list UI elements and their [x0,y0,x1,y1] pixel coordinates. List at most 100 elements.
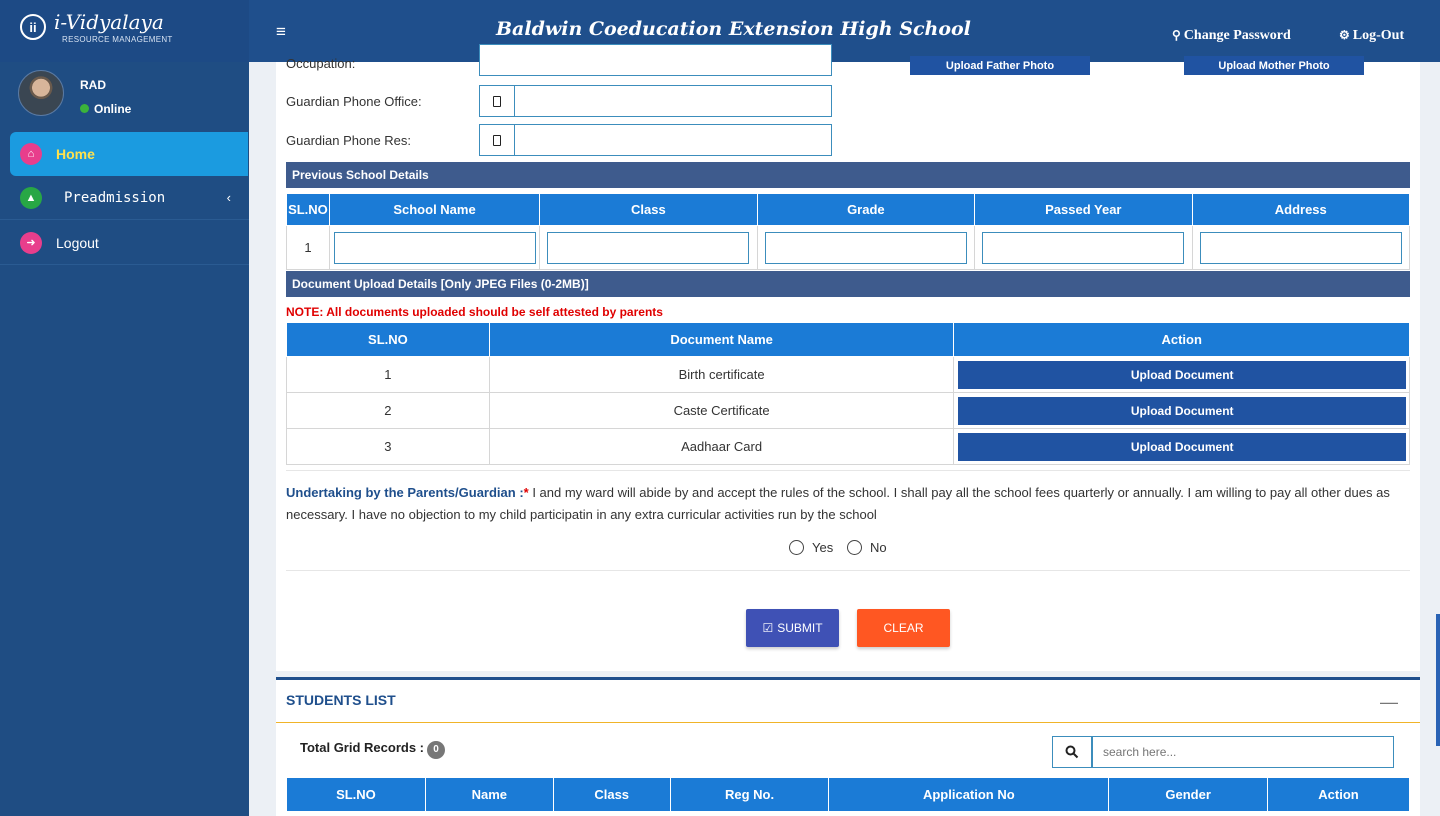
action-cell: Upload Document [953,428,1410,465]
class-cell [539,225,758,270]
guardian-phone-res-label: Guardian Phone Res: [286,133,412,148]
total-records-label: Total Grid Records :0 [300,740,445,759]
document-number: 1 [286,356,490,393]
collapse-icon[interactable]: — [1380,692,1398,713]
sidebar-item-label: Preadmission [64,189,166,206]
sidebar-item-logout[interactable]: ➜ Logout [0,221,249,265]
submit-button[interactable]: ☑ SUBMIT [746,609,839,647]
upload-document-button[interactable]: Upload Document [958,360,1406,389]
graduation-cap-icon: ▲ [20,186,42,209]
table-header: SL.NO [286,322,490,357]
submit-label: SUBMIT [777,621,823,635]
total-records-text: Total Grid Records : [300,740,424,755]
user-status-label: Online [94,102,132,116]
table-header: Name [424,777,554,812]
table-header: Class [539,193,758,226]
class-input[interactable] [547,231,750,264]
sidebar-item-preadmission[interactable]: ▲ Preadmission ‹ [0,176,249,220]
document-number: 3 [286,428,490,465]
table-header: Document Name [488,322,955,357]
online-dot-icon [80,104,89,113]
total-records-badge: 0 [427,741,445,759]
user-status: Online [80,102,131,116]
document-number: 2 [286,392,490,429]
table-header: SL.NO [286,777,426,812]
divider [276,722,1420,723]
user-panel: RAD Online [0,62,249,130]
change-password-link[interactable]: ⚲ Change Password [1172,28,1291,44]
students-list-title: STUDENTS LIST [286,692,396,708]
logout-link[interactable]: ⚙ Log-Out [1339,28,1404,44]
occupation-label: Occupation: [286,56,356,71]
scrollbar[interactable] [1436,614,1440,746]
sidebar-item-home[interactable]: ⌂ Home [10,132,248,176]
mobile-phone-icon [493,95,501,107]
upload-father-photo-button[interactable]: Upload Father Photo [910,56,1090,75]
students-list-panel: STUDENTS LIST — Total Grid Records :0 SL… [276,677,1420,816]
table-row: 1 Birth certificate Upload Document [286,356,1410,393]
row-number: 1 [286,225,330,270]
undertaking-label: Undertaking by the Parents/Guardian : [286,485,524,500]
table-row: 1 [286,225,1411,270]
passed-year-input[interactable] [982,231,1185,264]
search-icon[interactable] [1052,736,1092,768]
table-header: Grade [756,193,976,226]
radio-circle-icon [847,540,862,555]
table-row: 3 Aadhaar Card Upload Document [286,428,1410,465]
previous-school-table: SL.NO School Name Class Grade Passed Yea… [286,193,1411,270]
action-cell: Upload Document [953,356,1410,393]
table-header: SL.NO [286,193,330,226]
user-name: RAD [80,78,106,92]
mobile-phone-icon [493,134,501,146]
admission-form-panel: Occupation: Upload Father Photo Upload M… [276,44,1420,671]
school-name-input[interactable] [333,231,536,264]
document-note: NOTE: All documents uploaded should be s… [286,305,663,319]
change-password-label: Change Password [1183,28,1291,43]
phone-addon [479,85,515,117]
avatar [18,70,64,116]
search-input[interactable] [1092,736,1394,768]
upload-document-button[interactable]: Upload Document [958,396,1406,425]
sign-out-icon: ➜ [20,231,42,254]
upload-document-button[interactable]: Upload Document [958,432,1406,461]
guardian-phone-office-label: Guardian Phone Office: [286,94,422,109]
app-logo[interactable]: ii i-Vidyalaya RESOURCE MANAGEMENT [0,0,249,62]
passed-year-cell [974,225,1193,270]
table-header: Application No [828,777,1110,812]
grade-cell [756,225,976,270]
table-header: Passed Year [974,193,1193,226]
radio-no[interactable]: No [847,540,887,555]
sidebar-item-label: Home [56,146,95,162]
clear-button[interactable]: CLEAR [857,609,950,647]
chevron-left-icon: ‹ [226,190,231,205]
guardian-phone-res-input[interactable] [514,124,832,156]
phone-addon [479,124,515,156]
guardian-phone-office-input[interactable] [514,85,832,117]
divider [286,570,1410,571]
grade-input[interactable] [764,231,967,264]
table-header: Gender [1108,777,1269,812]
logo-subtitle: RESOURCE MANAGEMENT [62,35,173,44]
radio-circle-icon [789,540,804,555]
document-table: SL.NO Document Name Action 1 Birth certi… [286,322,1410,465]
radio-yes-label: Yes [812,540,834,555]
previous-school-header: Previous School Details [286,162,1410,188]
logout-label: Log-Out [1352,28,1405,43]
check-square-icon: ☑ [762,621,774,635]
table-header: School Name [328,193,541,226]
table-header: Class [552,777,671,812]
document-upload-header: Document Upload Details [Only JPEG Files… [286,271,1410,297]
address-input[interactable] [1199,231,1402,264]
radio-yes[interactable]: Yes [789,540,833,555]
radio-no-label: No [870,540,887,555]
table-header: Address [1191,193,1411,226]
logo-title: i-Vidyalaya [54,10,164,34]
document-name: Aadhaar Card [488,428,955,465]
sidebar: RAD Online ⌂ Home ▲ Preadmission ‹ ➜ Log… [0,62,249,816]
hamburger-menu-icon[interactable]: ≡ [276,22,286,42]
table-header: Action [1267,777,1410,812]
upload-mother-photo-button[interactable]: Upload Mother Photo [1184,56,1364,75]
table-header: Action [953,322,1410,357]
occupation-input[interactable] [479,44,832,76]
logo-badge-icon: ii [20,14,46,40]
